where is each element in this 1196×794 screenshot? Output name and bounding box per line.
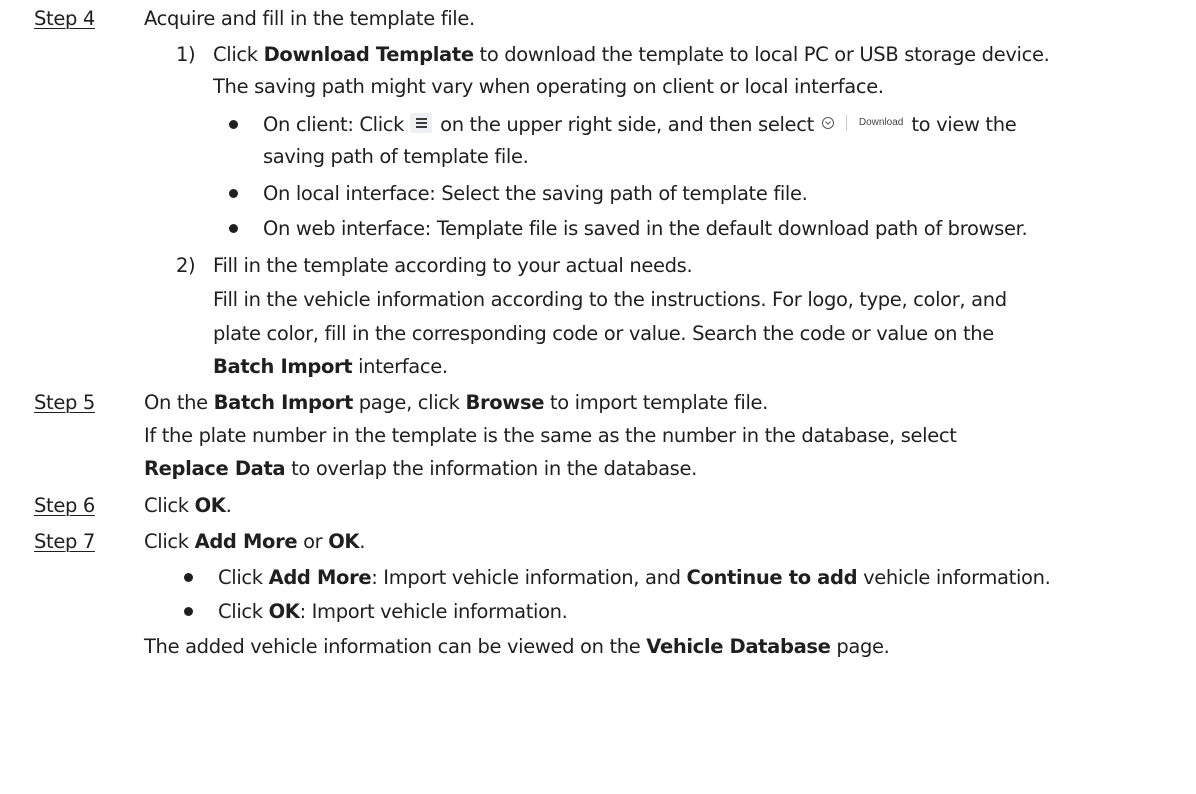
substep-1-line-2: The saving path might vary when operatin… <box>213 75 884 98</box>
step-5-line-2: If the plate number in the template is t… <box>144 424 957 447</box>
client-bullet-text: On client: Click on the upper right side… <box>263 111 1017 138</box>
step-4-text: Acquire and fill in the template file. <box>144 7 475 30</box>
step-5-text: On the Batch Import page, click Browse t… <box>144 391 769 414</box>
bullet-dot <box>229 224 238 233</box>
step-5-label: Step 5 <box>34 391 95 414</box>
step-7-text: Click Add More or OK. <box>144 530 366 553</box>
substep-1-number: 1) <box>176 43 196 66</box>
local-interface-text: On local interface: Select the saving pa… <box>263 182 808 205</box>
substep-2-paragraph-2: plate color, fill in the corresponding c… <box>213 322 994 345</box>
step-7-label: Step 7 <box>34 530 95 553</box>
hamburger-menu-icon <box>410 112 433 133</box>
client-bullet-continuation: saving path of template file. <box>263 145 529 168</box>
download-menu-chip: Download <box>821 113 903 133</box>
bullet-dot <box>184 607 193 616</box>
substep-2-text: Fill in the template according to your a… <box>213 254 693 277</box>
ok-bullet-text: Click OK: Import vehicle information. <box>218 600 568 623</box>
vehicle-database-term: Vehicle Database <box>646 635 831 658</box>
substep-2-number: 2) <box>176 254 196 277</box>
step-4-label: Step 4 <box>34 7 95 30</box>
web-interface-text: On web interface: Template file is saved… <box>263 217 1028 240</box>
bullet-dot <box>184 573 193 582</box>
add-more-bullet-text: Click Add More: Import vehicle informati… <box>218 566 1051 589</box>
download-icon <box>821 116 834 129</box>
step-6-label: Step 6 <box>34 494 95 517</box>
step-7-final-note: The added vehicle information can be vie… <box>144 635 890 658</box>
bullet-dot <box>229 120 238 129</box>
substep-1-text: Click Download Template to download the … <box>213 43 1050 66</box>
download-template-term: Download Template <box>263 43 474 66</box>
substep-2-paragraph-1: Fill in the vehicle information accordin… <box>213 288 1007 311</box>
bullet-dot <box>229 189 238 198</box>
replace-data-term: Replace Data <box>144 457 286 480</box>
step-5-line-3: Replace Data to overlap the information … <box>144 457 697 480</box>
download-chip-label: Download <box>858 117 904 128</box>
substep-2-paragraph-3: Batch Import interface. <box>213 355 448 378</box>
batch-import-term: Batch Import <box>213 355 353 378</box>
chip-divider <box>845 114 847 131</box>
step-6-text: Click OK. <box>144 494 232 517</box>
